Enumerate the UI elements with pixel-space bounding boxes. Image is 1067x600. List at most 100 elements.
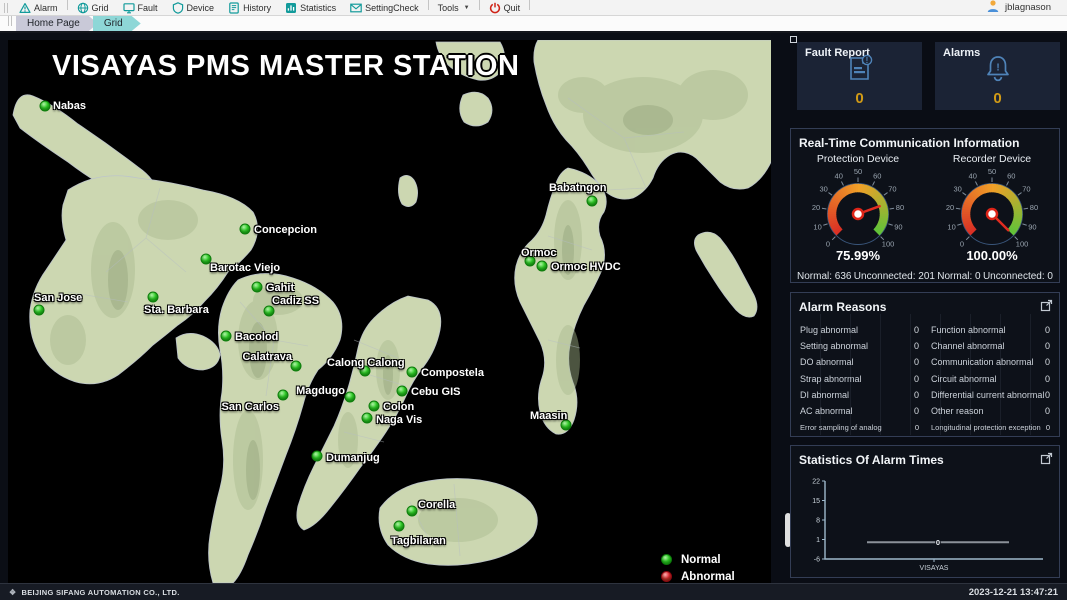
- toolbar-separator: [67, 0, 68, 10]
- toolbar-button-label: Quit: [504, 3, 521, 13]
- station-marker-san-jose[interactable]: [34, 305, 45, 316]
- toolbar-buttons: Alarm GridFaultDeviceHistoryStatisticsSet…: [12, 0, 532, 15]
- toolbar-button-grid[interactable]: Grid: [70, 0, 116, 15]
- svg-text:50: 50: [854, 167, 862, 176]
- fault-monitor-icon: [123, 2, 135, 14]
- station-marker-san-carlos[interactable]: [278, 390, 289, 401]
- toolbar-button-alarm[interactable]: Alarm: [12, 0, 65, 15]
- toolbar-button-statistics[interactable]: Statistics: [278, 0, 343, 15]
- station-marker-naga-vis[interactable]: [362, 413, 373, 424]
- station-label: Corella: [418, 499, 455, 511]
- main-area: VISAYAS PMS MASTER STATION NabasSan Jose…: [0, 33, 1067, 583]
- alarm-reason-label: AC abnormal: [800, 406, 853, 416]
- legend-normal-dot: [661, 554, 672, 565]
- svg-text:100: 100: [882, 240, 895, 249]
- alarm-reason-value: 0: [1045, 406, 1050, 416]
- station-marker-sta-barbara[interactable]: [148, 292, 159, 303]
- toolbar-separator: [428, 0, 429, 10]
- alarm-reason-row: Setting abnormal0: [800, 338, 919, 354]
- alarms-card[interactable]: Alarms ! 0: [935, 42, 1060, 110]
- tabs-container: Home PageGrid: [16, 16, 141, 31]
- station-label: Concepcion: [254, 224, 317, 236]
- island-small-north: [460, 92, 492, 126]
- station-label: Magdugo: [296, 385, 345, 397]
- user-menu[interactable]: jblagnason: [986, 0, 1067, 16]
- alarm-reason-label: Strap abnormal: [800, 374, 862, 384]
- alarm-reasons-body: Plug abnormal0Setting abnormal0DO abnorm…: [791, 314, 1059, 435]
- alarm-reason-value: 0: [1045, 341, 1050, 351]
- svg-text:40: 40: [969, 172, 977, 181]
- station-marker-tagbilaran[interactable]: [394, 521, 405, 532]
- alarm-reason-row: DI abnormal0: [800, 387, 919, 403]
- svg-text:70: 70: [1022, 185, 1030, 194]
- station-marker-bacolod[interactable]: [221, 331, 232, 342]
- station-marker-cebu-gis[interactable]: [397, 386, 408, 397]
- panel-collapse-icon[interactable]: [790, 36, 797, 43]
- device-shield-icon: [172, 2, 184, 14]
- svg-text:10: 10: [813, 223, 821, 232]
- tab-home-page[interactable]: Home Page: [16, 16, 98, 31]
- alarm-reason-label: Function abnormal: [931, 325, 1006, 335]
- map-title: VISAYAS PMS MASTER STATION: [52, 50, 519, 83]
- alarm-reason-label: Channel abnormal: [931, 341, 1005, 351]
- station-marker-corella[interactable]: [407, 506, 418, 517]
- svg-text:60: 60: [873, 172, 881, 181]
- alarm-reason-label: Setting abnormal: [800, 341, 868, 351]
- legend-item-abnormal: Abnormal: [661, 568, 735, 583]
- station-marker-cadiz-ss[interactable]: [264, 306, 275, 317]
- alarm-reason-value: 0: [914, 357, 919, 367]
- station-label: Cebu GIS: [411, 386, 461, 398]
- toolbar-button-settingcheck[interactable]: SettingCheck: [343, 0, 426, 15]
- svg-text:90: 90: [1028, 223, 1036, 232]
- toolbar-button-device[interactable]: Device: [165, 0, 222, 15]
- fault-report-card[interactable]: Fault Report ! 0: [797, 42, 922, 110]
- alarm-reason-label: Circuit abnormal: [931, 374, 997, 384]
- alarm-reason-row: Longitudinal protection exception0: [931, 419, 1050, 435]
- island-panaon: [694, 232, 757, 317]
- alarm-reasons-right-column: Function abnormal0Channel abnormal0Commu…: [931, 322, 1050, 435]
- station-marker-nabas[interactable]: [40, 101, 51, 112]
- toolbar-button-quit[interactable]: Quit: [482, 0, 528, 15]
- toolbar-button-tools[interactable]: Tools▼: [431, 0, 477, 15]
- map-islands: [8, 40, 772, 583]
- station-marker-magdugo[interactable]: [345, 392, 356, 403]
- station-marker-dumanjug[interactable]: [312, 451, 323, 462]
- svg-text:80: 80: [896, 203, 904, 212]
- station-label: Calatrava: [242, 351, 292, 363]
- svg-text:80: 80: [1030, 203, 1038, 212]
- alarm-reasons-expand-icon[interactable]: [1040, 299, 1053, 317]
- tab-grid[interactable]: Grid: [93, 16, 141, 31]
- alarm-statistics-expand-icon[interactable]: [1040, 452, 1053, 470]
- toolbar-button-history[interactable]: History: [221, 0, 278, 15]
- alarm-reason-value: 0: [915, 423, 919, 432]
- clock-timestamp: 2023-12-21 13:47:21: [969, 587, 1058, 598]
- station-label: Ormoc: [521, 247, 556, 259]
- realtime-comm-panel: Real-Time Communication Information Prot…: [790, 128, 1060, 283]
- station-marker-colon[interactable]: [369, 401, 380, 412]
- visayas-map[interactable]: VISAYAS PMS MASTER STATION NabasSan Jose…: [8, 40, 772, 583]
- station-label: Ormoc HVDC: [551, 261, 621, 273]
- svg-text:8: 8: [816, 518, 820, 525]
- alarm-reason-value: 0: [914, 390, 919, 400]
- alarms-count: 0: [935, 90, 1060, 107]
- toolbar-button-label: Tools: [438, 3, 459, 13]
- settingcheck-icon: [350, 2, 362, 14]
- station-marker-babatngon[interactable]: [587, 196, 598, 207]
- alarm-statistics-panel: Statistics Of Alarm Times 221581-6VISAYA…: [790, 445, 1060, 578]
- comm-stat: Unconnected: 0: [983, 271, 1053, 282]
- alarm-reason-row: Channel abnormal 0: [931, 338, 1050, 354]
- globe-icon: [77, 2, 89, 14]
- toolbar-button-label: Alarm: [34, 3, 58, 13]
- station-marker-compostela[interactable]: [407, 367, 418, 378]
- station-marker-gahit[interactable]: [252, 282, 263, 293]
- svg-text:0: 0: [826, 240, 830, 249]
- svg-text:10: 10: [947, 223, 955, 232]
- svg-text:50: 50: [988, 167, 996, 176]
- station-marker-concepcion[interactable]: [240, 224, 251, 235]
- alarm-times-chart: 221581-6VISAYAS0: [797, 473, 1053, 575]
- station-marker-ormoc-hvdc[interactable]: [537, 261, 548, 272]
- toolbar-button-fault[interactable]: Fault: [116, 0, 165, 15]
- alarm-reason-value: 0: [914, 374, 919, 384]
- map-legend: NormalAbnormal: [661, 551, 735, 583]
- comm-stat: Normal: 0: [937, 271, 980, 282]
